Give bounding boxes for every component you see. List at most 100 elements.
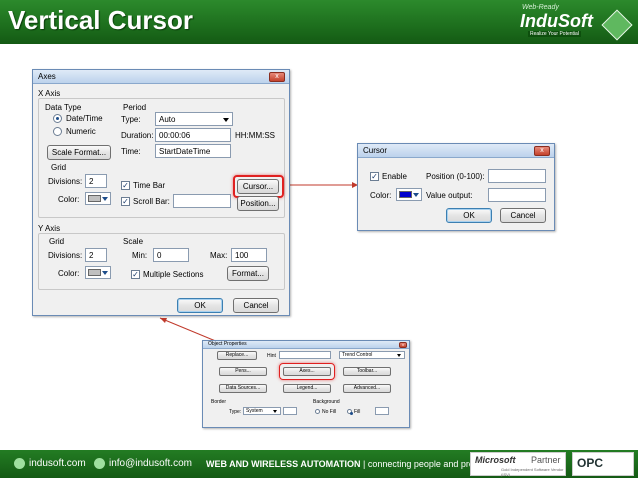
time-field[interactable]: StartDateTime — [155, 144, 231, 158]
data-type-label: Data Type — [45, 103, 82, 112]
fill-color-picker[interactable] — [375, 407, 389, 415]
partner-word: Partner — [531, 455, 561, 465]
y-grid-label: Grid — [49, 237, 65, 246]
footer-site: indusoft.com — [14, 458, 86, 469]
close-icon[interactable]: x — [269, 72, 285, 82]
radio-numeric-label: Numeric — [66, 127, 96, 136]
time-bar-label: Time Bar — [133, 181, 166, 190]
scroll-bar-label: Scroll Bar: — [133, 197, 170, 206]
duration-label: Duration: — [121, 131, 154, 140]
hint-label: Hint — [267, 353, 276, 359]
fill-label: Fill — [354, 409, 361, 415]
x-axis-label: X Axis — [38, 89, 61, 98]
y-divisions-label: Divisions: — [48, 251, 83, 260]
period-label: Period — [123, 103, 147, 112]
position-field[interactable] — [488, 169, 546, 183]
slide-title: Vertical Cursor — [8, 5, 193, 35]
scale-max-field[interactable]: 100 — [231, 248, 267, 262]
slide-header: Vertical Cursor Web-Ready InduSoft Reali… — [0, 0, 638, 44]
slide-footer: indusoft.com info@indusoft.com WEB AND W… — [0, 450, 638, 478]
radio-datetime-label: Date/Time — [66, 114, 103, 123]
opc-text: OPC — [577, 456, 604, 470]
x-color-label: Color: — [58, 195, 80, 204]
duration-unit: HH:MM:SS — [235, 131, 275, 140]
object-type-value: Trend Control — [342, 352, 373, 358]
border-type-select[interactable]: System — [243, 407, 281, 415]
object-properties-title: Object Properties — [208, 341, 247, 347]
fill-radio[interactable] — [347, 409, 353, 415]
period-type-select[interactable]: Auto — [155, 112, 233, 126]
x-grid-color-picker[interactable] — [85, 192, 111, 205]
border-label: Border — [211, 399, 227, 405]
y-grid-color-picker[interactable] — [85, 266, 111, 279]
format-button[interactable]: Format... — [227, 266, 269, 281]
scale-format-button[interactable]: Scale Format... — [47, 145, 111, 160]
x-divisions-field[interactable]: 2 — [85, 174, 107, 188]
cursor-dialog: Cursor x ✓ Enable Color: Position (0-100… — [357, 143, 555, 231]
cursor-ok-button[interactable]: OK — [446, 208, 492, 223]
multiple-sections-label: Multiple Sections — [143, 270, 204, 279]
x-divisions-label: Divisions: — [48, 177, 83, 186]
microsoft-partner-logo: Microsoft Partner Gold Independent Softw… — [470, 452, 566, 477]
no-fill-radio[interactable] — [315, 409, 320, 414]
radio-datetime[interactable] — [53, 114, 62, 123]
x-grid-label: Grid — [51, 163, 67, 172]
border-color-picker[interactable] — [283, 407, 297, 415]
multiple-sections-checkbox[interactable]: ✓ — [131, 270, 140, 279]
footer-email: info@indusoft.com — [94, 458, 192, 469]
position-button[interactable]: Position... — [237, 196, 279, 211]
cursor-color-label: Color: — [370, 191, 392, 200]
indusoft-logo: Web-Ready InduSoft Realize Your Potentia… — [514, 4, 633, 41]
scroll-bar-field[interactable] — [173, 194, 231, 208]
partner-small: Gold Independent Software Vendor (ISV) — [501, 467, 564, 477]
value-output-field[interactable] — [488, 188, 546, 202]
axes-cancel-button[interactable]: Cancel — [233, 298, 279, 313]
hint-field[interactable] — [279, 351, 331, 359]
logo-tag: Web-Ready — [522, 4, 559, 11]
scale-label: Scale — [123, 237, 144, 246]
chevron-down-icon — [273, 410, 277, 413]
radio-numeric[interactable] — [53, 127, 62, 136]
chevron-down-icon — [102, 271, 108, 275]
chevron-down-icon — [397, 354, 401, 357]
y-divisions-field[interactable]: 2 — [85, 248, 107, 262]
enable-checkbox[interactable]: ✓ — [370, 172, 379, 181]
pens-button[interactable]: Pens... — [219, 367, 267, 376]
border-type-label: Type: — [229, 409, 242, 415]
legend-button[interactable]: Legend... — [283, 384, 331, 393]
cursor-dialog-title: Cursor — [363, 146, 388, 155]
time-label: Time: — [121, 147, 141, 156]
chevron-down-icon — [413, 193, 419, 197]
scroll-bar-checkbox[interactable]: ✓ — [121, 197, 130, 206]
advanced-button[interactable]: Advanced... — [343, 384, 391, 393]
footer-email-text: info@indusoft.com — [109, 458, 192, 470]
x-grid-color-swatch — [88, 195, 101, 202]
background-label: Background — [313, 399, 340, 405]
replace-button[interactable]: Replace... — [217, 351, 257, 360]
cursor-color-picker[interactable] — [396, 188, 422, 201]
tagline-bold: WEB AND WIRELESS AUTOMATION — [206, 459, 361, 469]
globe-icon — [14, 458, 25, 469]
data-sources-button[interactable]: Data Sources... — [219, 384, 267, 393]
footer-site-text: indusoft.com — [29, 458, 86, 470]
axes-connector-arrowhead — [160, 318, 167, 323]
mail-icon — [94, 458, 105, 469]
time-bar-checkbox[interactable]: ✓ — [121, 181, 130, 190]
cursor-button-highlight — [233, 175, 284, 198]
cursor-cancel-button[interactable]: Cancel — [500, 208, 546, 223]
chevron-down-icon — [102, 197, 108, 201]
logo-slogan: Realize Your Potential — [528, 31, 581, 37]
scale-min-field[interactable]: 0 — [153, 248, 189, 262]
close-icon[interactable]: x — [534, 146, 550, 156]
object-type-select[interactable]: Trend Control — [339, 351, 405, 359]
period-type-label: Type: — [121, 115, 141, 124]
close-icon[interactable]: x — [399, 342, 407, 348]
chevron-down-icon — [223, 118, 229, 122]
axes-dialog: Axes x X Axis Data Type Date/Time Numeri… — [32, 69, 290, 316]
footer-tagline: WEB AND WIRELESS AUTOMATION | connecting… — [206, 459, 492, 469]
y-axis-label: Y Axis — [38, 224, 61, 233]
toolbar-button[interactable]: Toolbar... — [343, 367, 391, 376]
object-properties-titlebar: Object Properties x — [203, 341, 409, 349]
axes-ok-button[interactable]: OK — [177, 298, 223, 313]
duration-field[interactable]: 00:00:06 — [155, 128, 231, 142]
